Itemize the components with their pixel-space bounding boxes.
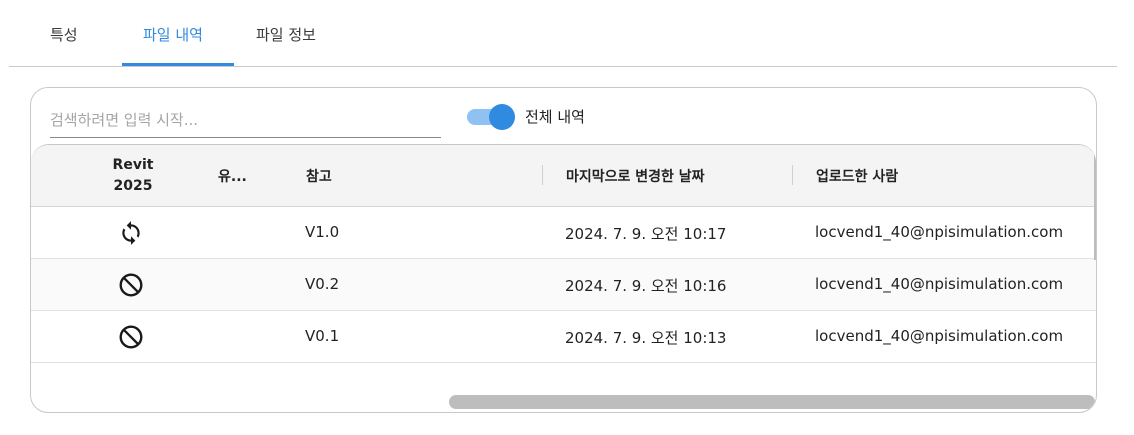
version-cell: V0.2 bbox=[305, 275, 340, 293]
user-cell: locvend1_40@npisimulation.com bbox=[815, 223, 1064, 241]
user-cell: locvend1_40@npisimulation.com bbox=[815, 275, 1064, 293]
table-row[interactable]: V1.0 2024. 7. 9. 오전 10:17 locvend1_40@np… bbox=[31, 207, 1096, 259]
version-cell: V1.0 bbox=[305, 223, 340, 241]
date-cell: 2024. 7. 9. 오전 10:13 bbox=[565, 329, 727, 347]
history-panel: 전체 내역 Revit2025 유... 참고 마지막으로 변경한 날짜 업로드… bbox=[30, 87, 1097, 413]
column-header-uploaded-by[interactable]: 업로드한 사람 bbox=[816, 166, 898, 186]
tab-properties[interactable]: 특성 bbox=[50, 24, 78, 45]
prohibited-icon bbox=[118, 324, 144, 350]
full-history-label: 전체 내역 bbox=[525, 108, 585, 126]
column-header-revit[interactable]: Revit 2025 bbox=[101, 155, 165, 197]
vertical-scrollbar[interactable] bbox=[1094, 145, 1096, 260]
date-cell: 2024. 7. 9. 오전 10:16 bbox=[565, 277, 727, 295]
sync-icon[interactable] bbox=[118, 220, 144, 246]
column-header-modified-date[interactable]: 마지막으로 변경한 날짜 bbox=[566, 166, 705, 186]
tab-file-info[interactable]: 파일 정보 bbox=[256, 24, 316, 45]
full-history-toggle[interactable] bbox=[467, 104, 515, 130]
column-separator[interactable] bbox=[542, 165, 543, 185]
column-header-revit-text: Revit 2025 bbox=[112, 157, 154, 194]
column-header-notes[interactable]: 참고 bbox=[306, 166, 332, 186]
horizontal-scrollbar[interactable] bbox=[449, 395, 1095, 409]
search-input[interactable] bbox=[50, 102, 441, 138]
table-row[interactable]: V0.2 2024. 7. 9. 오전 10:16 locvend1_40@np… bbox=[31, 259, 1096, 311]
prohibited-icon bbox=[118, 272, 144, 298]
tab-bar: 특성 파일 내역 파일 정보 bbox=[9, 0, 1117, 67]
toggle-knob bbox=[489, 104, 515, 130]
column-header-type[interactable]: 유... bbox=[218, 166, 247, 186]
column-separator[interactable] bbox=[792, 165, 793, 185]
date-cell: 2024. 7. 9. 오전 10:17 bbox=[565, 225, 727, 243]
history-table: Revit 2025 유... 참고 마지막으로 변경한 날짜 업로드한 사람 V… bbox=[31, 144, 1096, 412]
active-tab-indicator bbox=[122, 63, 234, 66]
table-header: Revit 2025 유... 참고 마지막으로 변경한 날짜 업로드한 사람 bbox=[31, 145, 1096, 207]
tab-file-history[interactable]: 파일 내역 bbox=[143, 24, 203, 45]
table-row[interactable]: V0.1 2024. 7. 9. 오전 10:13 locvend1_40@np… bbox=[31, 311, 1096, 363]
user-cell: locvend1_40@npisimulation.com bbox=[815, 327, 1064, 345]
version-cell: V0.1 bbox=[305, 327, 340, 345]
